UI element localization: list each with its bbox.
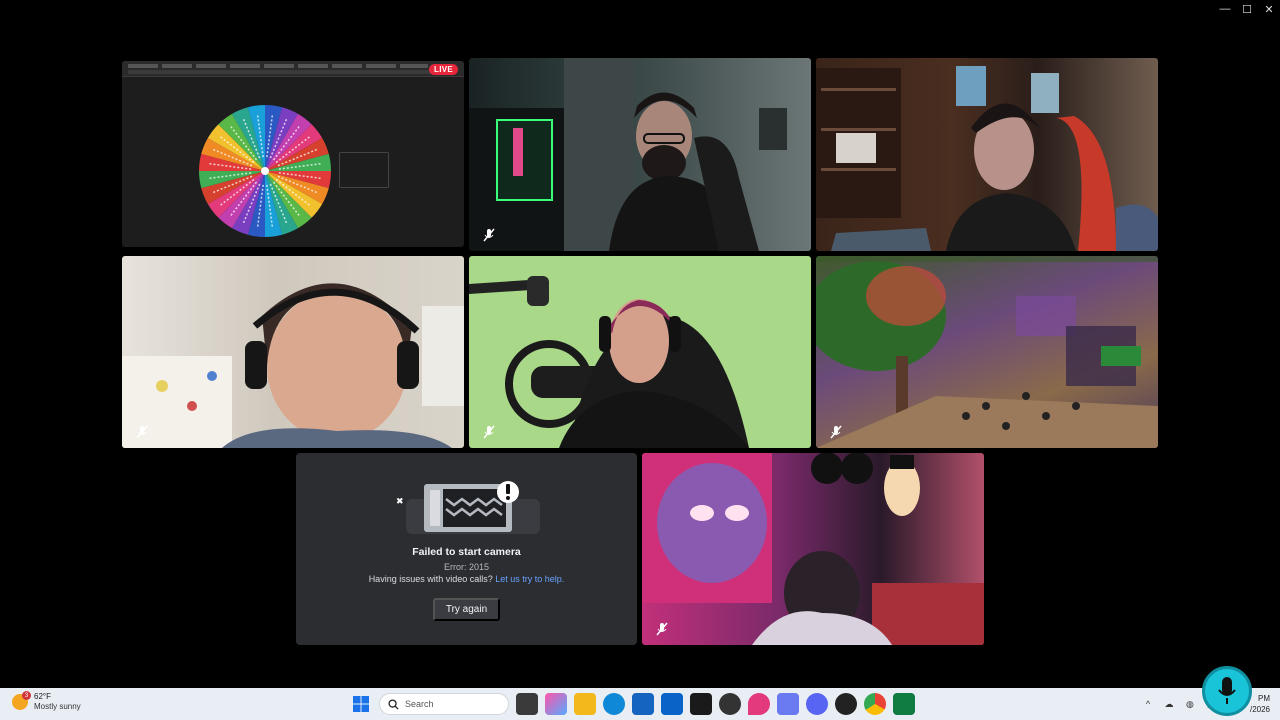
window-controls: — ☐ ✕ <box>1214 0 1280 18</box>
muted-mic-icon <box>828 424 844 440</box>
muted-mic-icon <box>481 227 497 243</box>
weather-widget[interactable]: 3 62°F Mostly sunny <box>12 691 81 712</box>
failed-camera-tile: ✖ Failed to start camera Error: 2015 Hav… <box>296 453 637 645</box>
location-icon[interactable] <box>748 693 770 715</box>
help-link[interactable]: Let us try to help. <box>495 574 564 584</box>
participant-video <box>469 276 749 448</box>
muted-mic-icon <box>654 621 670 637</box>
xbox-icon[interactable] <box>893 693 915 715</box>
sun-icon: 3 <box>12 691 31 710</box>
svg-text:✖: ✖ <box>396 497 404 507</box>
copilot-icon[interactable] <box>545 693 567 715</box>
participant-video <box>642 453 984 645</box>
video-call-app: — ☐ ✕ LIVE ✖ Failed to start camera Erro… <box>0 0 1280 720</box>
screen-share-tile[interactable]: LIVE <box>122 61 464 247</box>
discord-icon[interactable] <box>806 693 828 715</box>
notification-badge: 3 <box>22 691 31 700</box>
maximize-button[interactable]: ☐ <box>1236 0 1258 18</box>
spinner-wheel <box>199 104 331 237</box>
weather-condition: Mostly sunny <box>34 702 81 711</box>
taskbar-search[interactable]: Search <box>379 693 509 715</box>
wheel-hub <box>261 167 269 175</box>
microphone-overlay-icon[interactable] <box>1202 666 1252 716</box>
participant-video <box>816 66 1158 251</box>
clock-time: PM <box>1258 694 1270 703</box>
chevron-up-icon[interactable]: ^ <box>1142 698 1154 710</box>
participant-screen-tile[interactable] <box>816 256 1158 448</box>
obs-icon[interactable] <box>719 693 741 715</box>
windows-taskbar: 3 62°F Mostly sunny Search ^ ☁ ◍ PM /202… <box>0 688 1280 720</box>
error-code: Error: 2015 <box>443 562 490 572</box>
chrome-icon[interactable] <box>864 693 886 715</box>
help-text: Having issues with video calls? <box>368 574 493 584</box>
error-title: Failed to start camera <box>412 546 521 558</box>
edge-icon[interactable] <box>603 693 625 715</box>
muted-mic-icon <box>134 424 150 440</box>
broken-camera-icon: ✖ <box>396 481 540 534</box>
try-again-button[interactable]: Try again <box>433 598 500 621</box>
vscode-icon[interactable] <box>777 693 799 715</box>
muted-mic-icon <box>481 424 497 440</box>
participant-video-tile[interactable] <box>816 58 1158 251</box>
live-badge: LIVE <box>429 64 458 75</box>
start-button[interactable] <box>350 693 372 715</box>
participant-video-tile[interactable] <box>469 58 811 251</box>
participant-video-tile[interactable] <box>642 453 984 645</box>
participant-gameplay <box>816 256 1158 448</box>
help-line: Having issues with video calls? Let us t… <box>296 574 637 584</box>
store-icon[interactable] <box>632 693 654 715</box>
shared-browser-bar <box>122 61 464 77</box>
participant-video-tile[interactable] <box>469 256 811 448</box>
task-view-icon[interactable] <box>516 693 538 715</box>
file-explorer-icon[interactable] <box>574 693 596 715</box>
weather-temp: 62°F <box>34 692 51 701</box>
network-icon[interactable]: ◍ <box>1184 698 1196 710</box>
clock-date: /2026 <box>1249 705 1270 714</box>
search-placeholder: Search <box>405 699 434 709</box>
search-icon <box>388 698 399 710</box>
participant-video <box>469 58 787 251</box>
taskbar-apps: Search <box>350 693 915 715</box>
result-box <box>339 152 389 188</box>
terminal-icon[interactable] <box>690 693 712 715</box>
close-button[interactable]: ✕ <box>1258 0 1280 18</box>
clock[interactable]: PM /2026 <box>1250 693 1270 715</box>
outlook-icon[interactable] <box>661 693 683 715</box>
minimize-button[interactable]: — <box>1214 0 1236 18</box>
participant-video-tile[interactable] <box>122 256 464 448</box>
participant-video <box>122 283 464 448</box>
cloud-icon[interactable]: ☁ <box>1163 698 1175 710</box>
media-player-icon[interactable] <box>835 693 857 715</box>
